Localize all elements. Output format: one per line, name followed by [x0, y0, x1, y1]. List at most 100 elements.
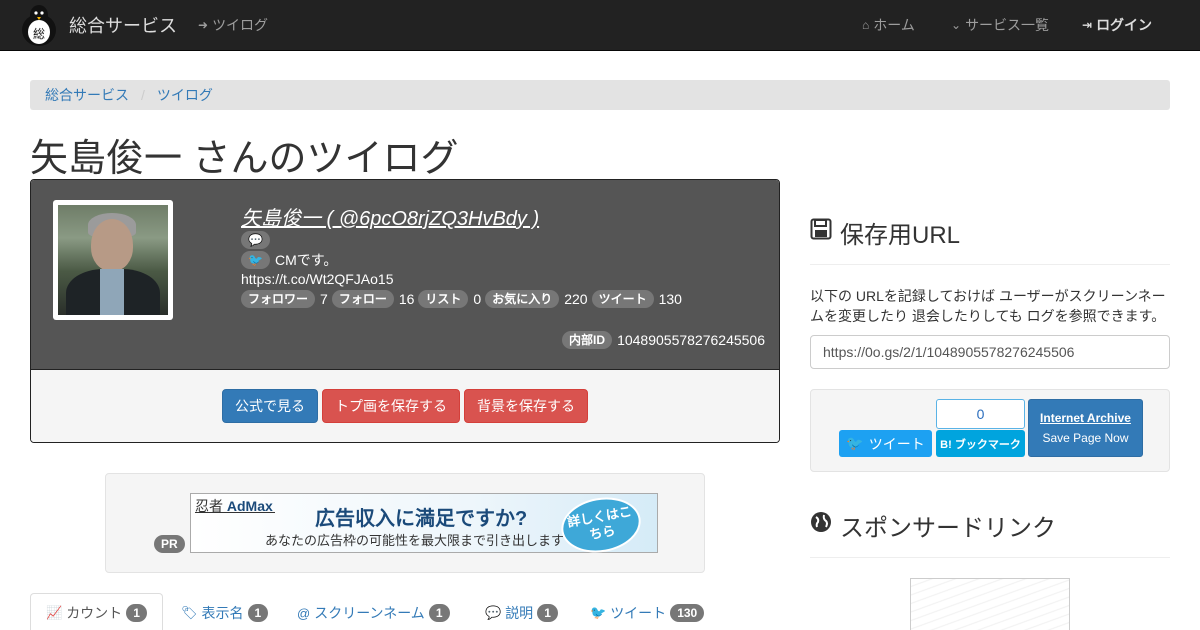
hatena-bookmark-count[interactable]: 0: [936, 399, 1025, 429]
tab-count-badge: 1: [126, 604, 147, 622]
sponsor-heading-text: スポンサードリンク: [840, 515, 1056, 542]
profile-url: https://t.co/Wt2QFJAo15: [241, 271, 394, 287]
save-background-button[interactable]: 背景を保存する: [464, 389, 588, 423]
logo-text: 総: [33, 27, 45, 41]
sign-in-icon: ⇥: [1082, 18, 1093, 32]
tab-display-name-badge: 1: [247, 604, 269, 622]
nav-login-link[interactable]: ⇥ ログイン: [1082, 0, 1152, 50]
divider: [810, 557, 1170, 558]
comment-icon: 💬: [241, 231, 270, 249]
tab-count-label: カウント: [66, 605, 123, 621]
at-icon: @: [297, 605, 311, 621]
tab-screen-name[interactable]: @ スクリーンネーム 1: [297, 593, 450, 630]
view-official-button[interactable]: 公式で見る: [222, 389, 318, 423]
stat-tweets-value: 130: [658, 291, 682, 307]
twitter-icon: 🐦: [846, 435, 864, 451]
tab-description-label: 説明: [505, 605, 534, 621]
save-url-heading-text: 保存用URL: [840, 222, 961, 249]
chevron-circle-right-icon: ➜: [198, 18, 209, 32]
hatena-bookmark-button[interactable]: B! ブックマーク: [936, 430, 1025, 457]
stat-lists-label: リスト: [418, 290, 469, 308]
tab-tweets[interactable]: 🐦 ツイート 130: [590, 593, 705, 630]
tab-tweets-badge: 130: [670, 604, 705, 622]
tweet-share-button[interactable]: 🐦 ツイート: [839, 430, 932, 457]
internal-id: 内部ID 1048905578276245506: [562, 331, 765, 349]
sponsor-heading: スポンサードリンク: [810, 508, 1056, 543]
tab-screen-name-badge: 1: [428, 604, 450, 622]
ad-subline: あなたの広告枠の可能性を最大限まで引き出します: [265, 533, 565, 548]
top-navbar: 総 総合サービス ➜ ツイログ ⌂ ホーム ⌄ サービス一覧 ⇥ ログイン: [0, 0, 1200, 51]
save-url-heading: 保存用URL: [810, 215, 960, 250]
stat-followers-value: 7: [320, 291, 328, 307]
globe-icon: [810, 511, 832, 540]
breadcrumb-root-link[interactable]: 総合サービス: [45, 85, 129, 105]
nav-twilog-link[interactable]: ➜ ツイログ: [198, 0, 268, 50]
nav-twilog-label: ツイログ: [212, 17, 269, 33]
avatar: [58, 205, 168, 315]
profile-url-row: https://t.co/Wt2QFJAo15: [241, 271, 394, 287]
floppy-disk-icon: [810, 218, 832, 247]
nav-home-link[interactable]: ⌂ ホーム: [862, 0, 915, 50]
ad-logo: 忍者 AdMax: [195, 498, 273, 514]
profile-name-link[interactable]: 矢島俊一 ( @6pcO8rjZQ3HvBdy ): [241, 202, 539, 231]
breadcrumb-separator: /: [141, 87, 145, 103]
ia-action: Save Page Now: [1042, 431, 1129, 445]
stat-following-label: フォロー: [331, 290, 394, 308]
stat-following-value: 16: [398, 291, 415, 307]
comment-icon: 💬: [485, 605, 502, 620]
profile-panel: 矢島俊一 ( @6pcO8rjZQ3HvBdy ) 💬 🐦 CMです。 http…: [30, 179, 780, 443]
avatar-frame: [53, 200, 173, 320]
twitter-icon: 🐦: [241, 251, 270, 269]
nav-services-dropdown[interactable]: ⌄ サービス一覧: [951, 0, 1049, 50]
internal-id-label: 内部ID: [562, 331, 613, 349]
tab-display-name-label: 表示名: [201, 605, 244, 621]
penguin-logo-icon: 総: [22, 5, 56, 46]
breadcrumb-current-link[interactable]: ツイログ: [157, 85, 213, 105]
chevron-down-icon: ⌄: [951, 18, 962, 32]
tag-icon: 🏷: [181, 605, 198, 620]
ad-cta: 詳しくはこちら: [556, 491, 646, 559]
brand-name: 総合サービス: [69, 16, 177, 36]
tab-screen-name-label: スクリーンネーム: [314, 605, 425, 621]
divider: [810, 264, 1170, 265]
stat-lists-value: 0: [473, 291, 482, 307]
share-box: 🐦 ツイート 0 B! ブックマーク Internet Archive Save…: [810, 389, 1170, 472]
breadcrumb: 総合サービス / ツイログ: [30, 80, 1170, 110]
twitter-icon: 🐦: [590, 605, 607, 620]
save-url-field[interactable]: [810, 335, 1170, 369]
ad-banner[interactable]: 忍者 AdMax 広告収入に満足ですか? あなたの広告枠の可能性を最大限まで引き…: [190, 491, 658, 559]
profile-stats: フォロワー 7 フォロー 16 リスト 0 お気に入り 220 ツイート 130: [241, 290, 686, 308]
tab-tweets-label: ツイート: [610, 605, 667, 621]
profile-comment-row: 💬: [241, 231, 275, 249]
profile-header: 矢島俊一 ( @6pcO8rjZQ3HvBdy ) 💬 🐦 CMです。 http…: [31, 180, 779, 370]
stat-tweets-label: ツイート: [591, 290, 654, 308]
save-avatar-button[interactable]: トプ画を保存する: [322, 389, 460, 423]
bar-chart-icon: 📈: [46, 605, 63, 620]
ad-headline: 広告収入に満足ですか?: [315, 508, 528, 530]
home-icon: ⌂: [862, 18, 870, 32]
tab-bar: 📈 カウント 1 🏷 表示名 1 @ スクリーンネーム 1 💬 説明 1 🐦 ツ…: [30, 593, 780, 630]
ia-title: Internet Archive: [1040, 411, 1131, 425]
tab-count[interactable]: 📈 カウント 1: [30, 593, 163, 630]
page-title: 矢島俊一 さんのツイログ: [30, 138, 459, 180]
tab-description-badge: 1: [537, 604, 558, 622]
tab-display-name[interactable]: 🏷 表示名 1: [181, 593, 269, 630]
sponsor-ad[interactable]: [910, 578, 1070, 630]
stat-favorites-value: 220: [564, 291, 588, 307]
ad-box: PR 忍者 AdMax 広告収入に満足ですか? あなたの広告枠の可能性を最大限ま…: [105, 473, 705, 573]
nav-services-label: サービス一覧: [965, 17, 1050, 33]
nav-home-label: ホーム: [873, 17, 915, 33]
profile-description-row: 🐦 CMです。: [241, 250, 337, 270]
stat-followers-label: フォロワー: [241, 290, 316, 308]
stat-favorites-label: お気に入り: [485, 290, 560, 308]
save-url-description: 以下の URLを記録しておけば ユーザーがスクリーンネームを変更したり 退会した…: [810, 288, 1166, 324]
profile-actions: 公式で見る トプ画を保存する 背景を保存する: [31, 370, 779, 442]
tab-description[interactable]: 💬 説明 1: [485, 593, 558, 630]
pr-badge: PR: [154, 535, 185, 553]
profile-description: CMです。: [274, 252, 338, 268]
tweet-share-label: ツイート: [868, 435, 925, 452]
internet-archive-button[interactable]: Internet Archive Save Page Now: [1028, 399, 1143, 457]
brand-link[interactable]: 総 総合サービス: [18, 2, 177, 48]
nav-login-label: ログイン: [1096, 17, 1153, 33]
internal-id-value: 1048905578276245506: [617, 332, 765, 348]
